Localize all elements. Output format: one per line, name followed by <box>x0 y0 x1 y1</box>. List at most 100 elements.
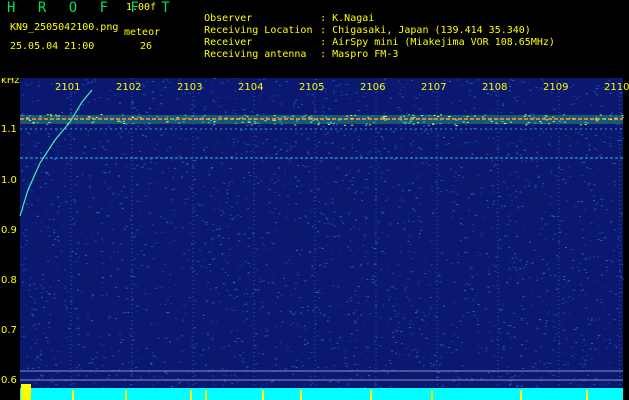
noise-speck <box>251 233 254 235</box>
noise-speck <box>295 186 298 187</box>
noise-speck <box>516 100 519 102</box>
noise-speck <box>616 246 619 248</box>
noise-speck <box>516 307 519 308</box>
noise-speck <box>259 281 262 283</box>
carrier-speck <box>525 123 528 125</box>
noise-speck <box>315 306 318 308</box>
noise-speck <box>364 223 367 225</box>
noise-speck <box>591 343 593 344</box>
noise-speck <box>405 348 408 349</box>
noise-speck <box>535 385 538 387</box>
noise-speck <box>33 283 36 285</box>
noise-speck <box>508 277 511 279</box>
noise-speck <box>237 338 240 339</box>
noise-speck <box>218 235 220 237</box>
noise-speck <box>173 240 176 242</box>
noise-speck <box>502 103 505 105</box>
noise-speck <box>523 149 526 151</box>
noise-speck <box>400 146 403 148</box>
noise-speck <box>30 83 33 85</box>
noise-speck <box>162 81 165 83</box>
noise-speck <box>274 302 277 304</box>
noise-speck <box>322 377 325 379</box>
noise-speck <box>556 254 559 256</box>
noise-speck <box>247 262 250 264</box>
noise-speck <box>86 333 89 334</box>
noise-speck <box>417 147 420 149</box>
noise-speck <box>200 265 203 267</box>
noise-speck <box>47 173 50 175</box>
noise-speck <box>539 318 541 320</box>
noise-speck <box>194 375 197 377</box>
carrier-speck <box>50 115 53 117</box>
noise-speck <box>141 265 144 267</box>
noise-speck <box>50 179 53 181</box>
noise-speck <box>208 264 211 265</box>
noise-speck <box>458 378 461 380</box>
noise-speck <box>600 302 603 304</box>
noise-speck <box>511 185 514 187</box>
noise-speck <box>544 325 547 327</box>
carrier-speck <box>572 118 575 120</box>
noise-speck <box>226 197 229 199</box>
noise-speck <box>201 332 204 334</box>
noise-speck <box>581 290 583 292</box>
carrier-speck <box>224 117 227 119</box>
noise-speck <box>357 135 360 137</box>
noise-speck <box>319 212 322 214</box>
noise-speck <box>471 231 474 233</box>
noise-speck <box>20 264 23 266</box>
noise-speck <box>255 129 258 131</box>
carrier-speck <box>540 122 543 124</box>
noise-speck <box>480 235 483 237</box>
noise-speck <box>414 348 417 350</box>
noise-speck <box>513 97 516 99</box>
noise-speck <box>78 261 81 263</box>
noise-speck <box>381 211 384 213</box>
noise-speck <box>353 355 355 357</box>
noise-speck <box>124 225 127 227</box>
noise-speck <box>368 375 370 377</box>
noise-speck <box>161 172 164 174</box>
noise-speck <box>150 324 153 325</box>
noise-speck <box>209 92 212 93</box>
noise-speck <box>248 180 251 182</box>
method-label: meteor <box>124 27 161 38</box>
noise-speck <box>304 280 307 282</box>
level-blip <box>72 390 74 400</box>
noise-speck <box>165 79 168 81</box>
noise-speck <box>192 297 195 299</box>
noise-speck <box>318 220 321 222</box>
noise-speck <box>566 200 569 202</box>
noise-speck <box>392 285 395 287</box>
noise-speck <box>421 132 424 134</box>
noise-speck <box>311 225 314 227</box>
noise-speck <box>43 306 46 308</box>
carrier-speck <box>281 116 284 118</box>
noise-speck <box>499 239 502 241</box>
noise-speck <box>225 202 228 204</box>
noise-speck <box>485 347 488 349</box>
noise-speck <box>102 146 105 148</box>
noise-speck <box>403 317 405 319</box>
noise-speck <box>412 220 415 222</box>
noise-speck <box>585 272 588 273</box>
noise-speck <box>516 385 519 387</box>
noise-speck <box>381 251 384 252</box>
noise-speck <box>333 91 336 93</box>
noise-speck <box>509 383 512 385</box>
noise-speck <box>602 133 605 135</box>
noise-speck <box>103 132 106 134</box>
noise-speck <box>275 81 278 82</box>
noise-speck <box>322 340 325 342</box>
noise-speck <box>298 336 301 338</box>
noise-speck <box>114 94 117 96</box>
noise-speck <box>274 222 277 224</box>
noise-speck <box>170 303 172 305</box>
noise-speck <box>374 382 377 384</box>
carrier-speck <box>524 114 527 116</box>
noise-speck <box>513 336 516 338</box>
noise-speck <box>543 333 546 335</box>
noise-speck <box>65 306 68 308</box>
noise-speck <box>592 90 595 92</box>
